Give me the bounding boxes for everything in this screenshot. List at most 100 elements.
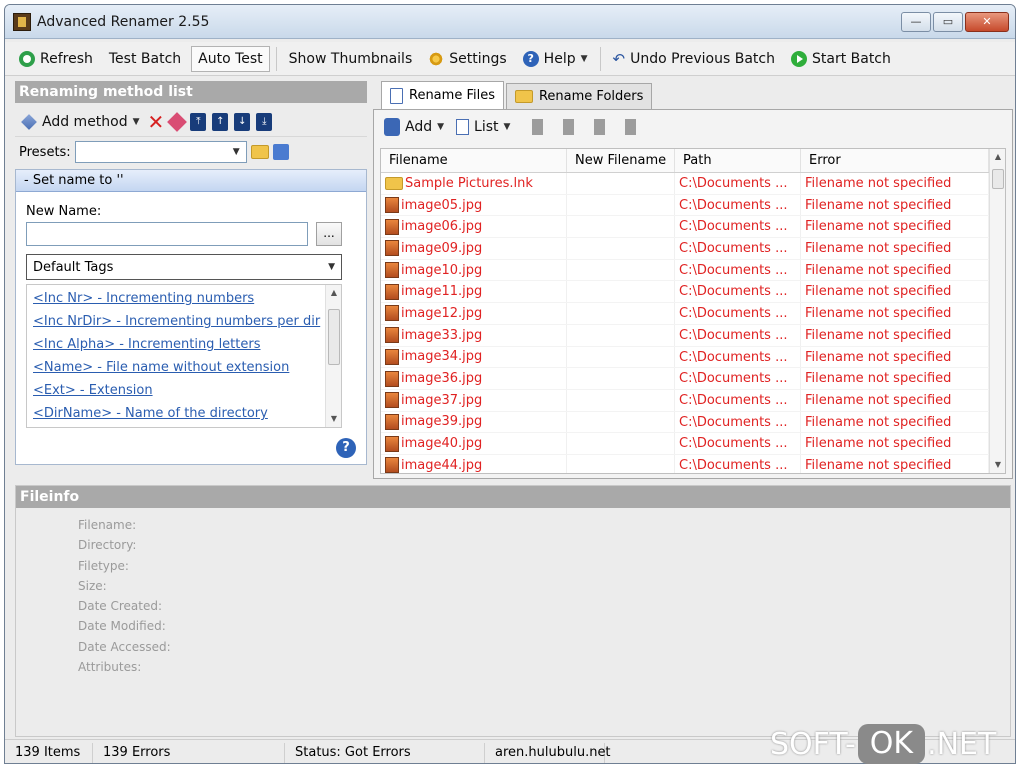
image-file-icon [385,218,399,235]
tab-rename-files[interactable]: Rename Files [381,81,504,109]
table-row[interactable]: image11.jpg C:\Documents ... Filename not … [381,281,1005,304]
add-method-button[interactable]: Add method ▼ [19,109,142,135]
tab-label: Rename Folders [538,89,644,104]
save-preset-icon[interactable] [272,144,289,160]
table-row[interactable]: image33.jpg C:\Documents ... Filename not … [381,324,1005,347]
tag-link[interactable]: <Ext> - Extension [27,379,341,402]
move-up-icon[interactable]: ↑ [212,112,229,131]
tab-rename-folders[interactable]: Rename Folders [505,83,653,109]
chevron-down-icon: ▼ [328,262,335,272]
maximize-button[interactable]: ▭ [933,11,963,32]
cell-error: Filename not specified [801,389,989,411]
help-icon[interactable]: ? [336,438,356,458]
cell-path: C:\Documents ... [675,238,801,259]
table-row[interactable]: image37.jpg C:\Documents ... Filename not … [381,389,1005,412]
cell-filename: image06.jpg [381,216,567,238]
tag-link[interactable]: <Inc Alpha> - Incrementing letters [27,333,341,356]
status-text: Status: Got Errors [285,742,485,763]
column-header[interactable]: Error [801,149,989,172]
filename-text: image37.jpg [401,392,483,408]
table-row[interactable]: image39.jpg C:\Documents ... Filename not … [381,411,1005,434]
table-row[interactable]: Sample Pictures.lnk C:\Documents ... Filen… [381,173,1005,195]
tags-scrollbar[interactable]: ▲ ▼ [325,285,341,427]
list-icon [456,119,470,135]
move-down-icon[interactable] [594,119,606,135]
settings-label: Settings [449,50,507,67]
column-header[interactable]: Path [675,149,801,172]
app-window: Advanced Renamer 2.55 — ▭ ✕ Refresh Test… [4,4,1016,764]
start-batch-button[interactable]: Start Batch [785,46,897,72]
tag-link[interactable]: <Inc Nr> - Incrementing numbers [27,287,341,310]
fileinfo-label: Date Accessed: [78,639,171,654]
table-row[interactable]: image44.jpg C:\Documents ... Filename not … [381,454,1005,473]
table-row[interactable]: image10.jpg C:\Documents ... Filename not … [381,259,1005,282]
table-row[interactable]: image06.jpg C:\Documents ... Filename not … [381,216,1005,239]
scroll-thumb[interactable] [328,309,340,365]
presets-select[interactable]: ▼ [74,141,247,163]
fileinfo-label: Attributes: [78,660,142,675]
cell-filename: image44.jpg [381,454,567,473]
auto-test-toggle[interactable]: Auto Test [191,45,270,72]
cell-error: Filename not specified [801,368,989,389]
move-top-icon[interactable] [532,119,544,135]
watermark-left: SOFT- [770,726,856,762]
scroll-up-icon[interactable]: ▲ [990,149,1005,165]
clear-methods-icon[interactable] [167,111,188,132]
cell-path: C:\Documents ... [675,281,801,303]
show-thumbnails-label: Show Thumbnails [288,50,413,67]
table-scrollbar[interactable]: ▲ ▼ [989,149,1005,473]
method-title[interactable]: - Set name to '' [16,170,366,192]
tag-link[interactable]: <Inc NrDir> - Incrementing numbers per d… [27,310,341,333]
scroll-down-icon[interactable]: ▼ [326,411,342,427]
tag-link[interactable]: <Name> - File name without extension [27,356,341,379]
settings-button[interactable]: Settings [422,46,512,72]
column-header[interactable]: New Filename [567,149,675,172]
table-row[interactable]: image12.jpg C:\Documents ... Filename not … [381,303,1005,325]
add-files-button[interactable]: Add ▼ [382,114,446,140]
table-row[interactable]: image40.jpg C:\Documents ... Filename not … [381,433,1005,455]
column-header[interactable]: Filename [381,149,567,172]
fileinfo-header: Fileinfo [16,486,1010,508]
refresh-button[interactable]: Refresh [13,46,99,72]
close-button[interactable]: ✕ [965,11,1009,32]
move-bottom-icon[interactable] [625,119,637,135]
refresh-label: Refresh [40,50,93,67]
image-file-icon [385,348,399,365]
test-batch-button[interactable]: Test Batch [103,46,187,72]
filename-text: image09.jpg [401,240,483,256]
table-row[interactable]: image36.jpg C:\Documents ... Filename not … [381,368,1005,390]
default-tags-value: Default Tags [33,259,114,275]
move-up-icon[interactable] [563,119,575,135]
table-row[interactable]: image09.jpg C:\Documents ... Filename not … [381,238,1005,260]
tag-link[interactable]: <DirName> - Name of the directory [27,402,341,425]
default-tags-select[interactable]: Default Tags ▼ [26,254,342,280]
move-down-icon[interactable]: ↓ [234,112,251,131]
open-preset-folder-icon[interactable] [250,145,269,159]
scroll-down-icon[interactable]: ▼ [990,457,1005,473]
tab-label: Rename Files [409,88,495,103]
move-top-icon[interactable]: ⤒ [190,112,207,131]
method-toolbar: Add method ▼ ✕ ⤒ ↑ ↓ ⤓ [15,107,367,137]
play-icon [790,50,807,67]
help-menu-button[interactable]: ? Help ▼ [517,46,594,72]
move-bottom-icon[interactable]: ⤓ [256,112,273,131]
undo-label: Undo Previous Batch [630,50,775,67]
scroll-thumb[interactable] [992,169,1004,189]
toolbar-separator [599,46,601,71]
show-thumbnails-button[interactable]: Show Thumbnails [283,46,419,72]
undo-previous-batch-button[interactable]: ↶ Undo Previous Batch [607,46,781,72]
cell-error: Filename not specified [801,303,989,324]
start-batch-label: Start Batch [811,50,891,67]
browse-button[interactable]: ... [316,222,342,246]
cell-error: Filename not specified [801,411,989,433]
cell-filename: image37.jpg [381,389,567,411]
cell-filename: image09.jpg [381,238,567,259]
table-row[interactable]: image34.jpg C:\Documents ... Filename not … [381,346,1005,369]
cell-path: C:\Documents ... [675,259,801,281]
list-button[interactable]: List ▼ [454,114,512,140]
minimize-button[interactable]: — [901,11,931,32]
scroll-up-icon[interactable]: ▲ [326,285,342,301]
table-row[interactable]: image05.jpg C:\Documents ... Filename not … [381,194,1005,217]
delete-method-icon[interactable]: ✕ [148,112,165,132]
new-name-input[interactable] [26,222,308,246]
